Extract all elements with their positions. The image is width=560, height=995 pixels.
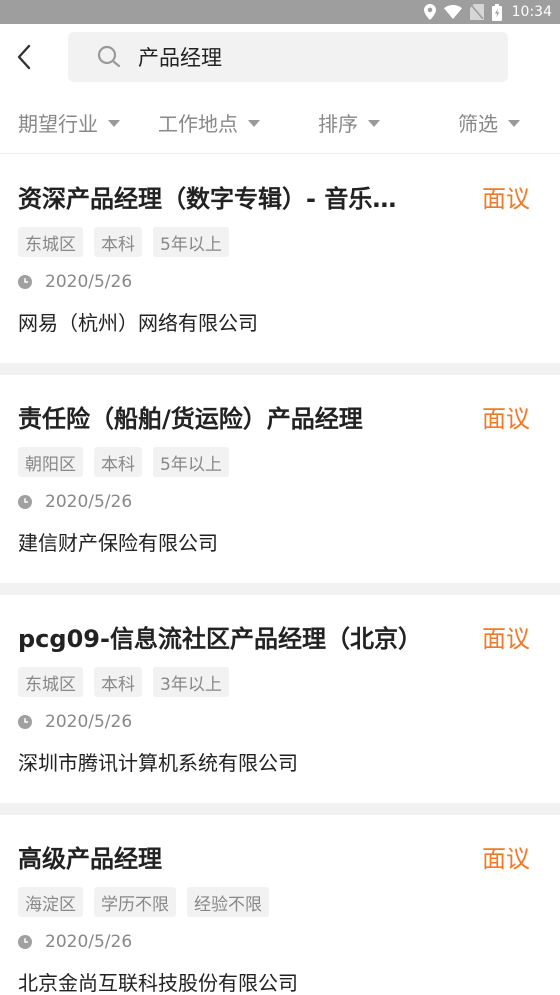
tag-education: 本科 [94, 667, 142, 697]
clock-icon [18, 715, 32, 729]
job-salary: 面议 [482, 845, 530, 873]
post-date: 2020/5/26 [45, 712, 133, 732]
job-salary: 面议 [482, 405, 530, 433]
filter-bar: 期望行业 工作地点 排序 筛选 [0, 90, 560, 154]
battery-icon [491, 3, 502, 21]
filter-label: 排序 [318, 111, 358, 136]
tag-education: 学历不限 [94, 887, 176, 917]
company-name: 建信财产保险有限公司 [18, 531, 218, 555]
clock-icon [18, 935, 32, 949]
back-arrow-icon [17, 44, 31, 70]
back-button[interactable] [8, 38, 40, 76]
date-row: 2020/5/26 [18, 929, 132, 955]
job-card[interactable]: 责任险（船舶/货运险）产品经理 面议 朝阳区 本科 5年以上 2020/5/26… [0, 375, 560, 583]
status-time: 10:34 [511, 4, 552, 20]
tag-district: 朝阳区 [18, 447, 83, 477]
caret-down-icon [368, 120, 380, 127]
job-tags: 东城区 本科 3年以上 [18, 667, 229, 697]
job-title: 资深产品经理（数字专辑）- 音乐… [18, 185, 397, 213]
post-date: 2020/5/26 [45, 272, 133, 292]
tag-education: 本科 [94, 447, 142, 477]
divider [0, 583, 560, 595]
search-icon [96, 43, 128, 71]
job-card[interactable]: pcg09-信息流社区产品经理（北京） 面议 东城区 本科 3年以上 2020/… [0, 595, 560, 803]
caret-down-icon [248, 120, 260, 127]
caret-down-icon [108, 120, 120, 127]
post-date: 2020/5/26 [45, 492, 133, 512]
tag-experience: 经验不限 [187, 887, 269, 917]
tag-experience: 5年以上 [153, 227, 229, 257]
tag-district: 东城区 [18, 667, 83, 697]
search-input[interactable]: 产品经理 [68, 32, 508, 82]
company-name: 北京金尚互联科技股份有限公司 [18, 971, 298, 995]
job-tags: 东城区 本科 5年以上 [18, 227, 229, 257]
date-row: 2020/5/26 [18, 489, 132, 515]
caret-down-icon [508, 120, 520, 127]
wifi-icon [443, 5, 462, 19]
tag-experience: 3年以上 [153, 667, 229, 697]
filter-label: 工作地点 [158, 111, 238, 136]
filter-industry[interactable]: 期望行业 [18, 90, 120, 154]
filter-screen[interactable]: 筛选 [458, 90, 520, 154]
company-name: 网易（杭州）网络有限公司 [18, 311, 258, 335]
status-icons: 10:34 [423, 0, 552, 24]
clock-icon [18, 495, 32, 509]
no-sim-icon [469, 4, 484, 20]
date-row: 2020/5/26 [18, 709, 132, 735]
job-tags: 海淀区 学历不限 经验不限 [18, 887, 269, 917]
filter-location[interactable]: 工作地点 [158, 90, 260, 154]
filter-label: 期望行业 [18, 111, 98, 136]
search-header: 产品经理 [0, 24, 560, 90]
job-title: pcg09-信息流社区产品经理（北京） [18, 625, 422, 653]
search-query: 产品经理 [138, 46, 222, 70]
job-card[interactable]: 资深产品经理（数字专辑）- 音乐… 面议 东城区 本科 5年以上 2020/5/… [0, 155, 560, 363]
post-date: 2020/5/26 [45, 932, 133, 952]
job-salary: 面议 [482, 625, 530, 653]
job-title: 高级产品经理 [18, 845, 162, 873]
tag-education: 本科 [94, 227, 142, 257]
date-row: 2020/5/26 [18, 269, 132, 295]
location-icon [423, 4, 436, 20]
company-name: 深圳市腾讯计算机系统有限公司 [18, 751, 298, 775]
status-bar: 10:34 [0, 0, 560, 24]
job-salary: 面议 [482, 185, 530, 213]
tag-district: 海淀区 [18, 887, 83, 917]
divider [0, 363, 560, 375]
clock-icon [18, 275, 32, 289]
filter-label: 筛选 [458, 111, 498, 136]
tag-district: 东城区 [18, 227, 83, 257]
tag-experience: 5年以上 [153, 447, 229, 477]
divider [0, 803, 560, 815]
filter-sort[interactable]: 排序 [318, 90, 380, 154]
job-card[interactable]: 高级产品经理 面议 海淀区 学历不限 经验不限 2020/5/26 北京金尚互联… [0, 815, 560, 995]
job-tags: 朝阳区 本科 5年以上 [18, 447, 229, 477]
job-title: 责任险（船舶/货运险）产品经理 [18, 405, 363, 433]
